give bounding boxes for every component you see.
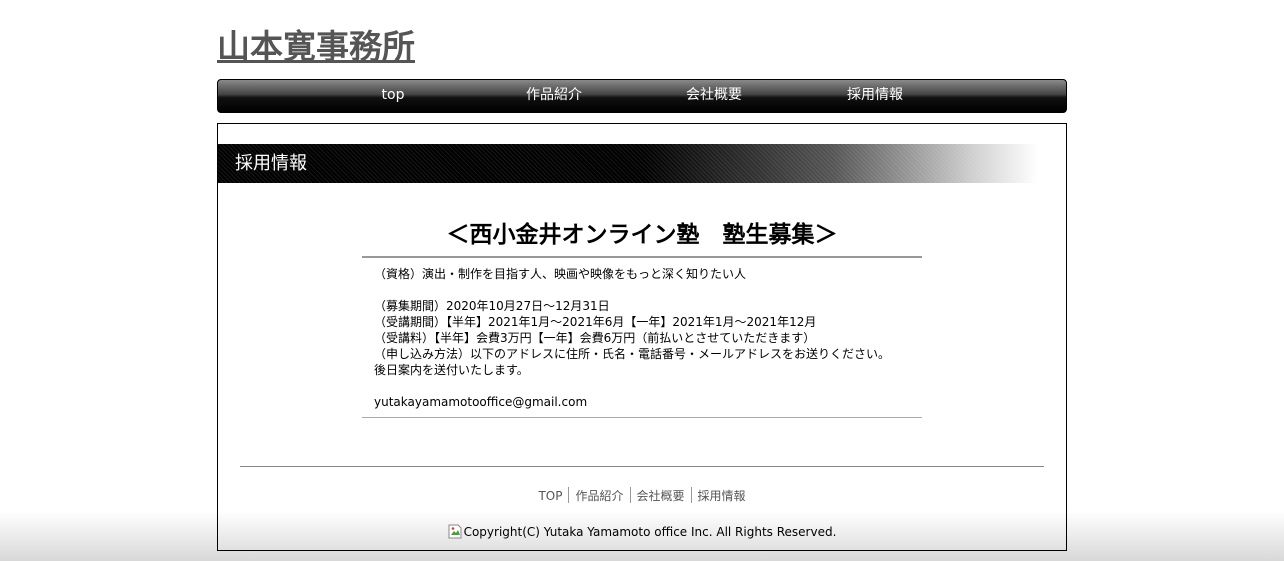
site-title-link[interactable]: 山本寛事務所 — [217, 20, 415, 68]
footer-link-top[interactable]: TOP — [532, 488, 568, 504]
copyright: Copyright(C) Yutaka Yamamoto office Inc.… — [218, 524, 1066, 539]
article-line-fee: （受講料）【半年】会費3万円【一年】会費6万円（前払いとさせていただきます） — [374, 331, 816, 345]
footer-link-works[interactable]: 作品紹介 — [569, 488, 629, 504]
article-line-qualification: （資格）演出・制作を目指す人、映画や映像をもっと深く知りたい人 — [374, 267, 747, 281]
footer-link-recruit[interactable]: 採用情報 — [692, 488, 752, 504]
nav-item-works[interactable]: 作品紹介 — [499, 80, 609, 112]
section-title: 採用情報 — [235, 153, 307, 174]
copyright-text: Copyright(C) Yutaka Yamamoto office Inc.… — [463, 525, 837, 539]
article-line-period: （募集期間）2020年10月27日～12月31日 — [374, 299, 610, 313]
contact-email[interactable]: yutakayamamotooffice@gmail.com — [374, 394, 922, 410]
article-body: （資格）演出・制作を目指す人、映画や映像をもっと深く知りたい人 （募集期間）20… — [362, 256, 922, 418]
footer-link-company[interactable]: 会社概要 — [631, 488, 691, 504]
nav-item-top[interactable]: top — [338, 80, 448, 112]
section-header: 採用情報 — [218, 144, 1038, 183]
article-line-course-period: （受講期間）【半年】2021年1月～2021年6月【一年】2021年1月～202… — [374, 315, 817, 329]
nav-item-company[interactable]: 会社概要 — [659, 80, 769, 112]
footer-divider — [240, 466, 1044, 467]
footer-nav: TOP 作品紹介 会社概要 採用情報 — [218, 487, 1066, 504]
article-spacer — [374, 378, 922, 394]
broken-image-icon — [448, 524, 462, 539]
article-spacer — [374, 282, 922, 298]
article-title: ＜西小金井オンライン塾 塾生募集＞ — [446, 222, 838, 248]
main-content: 採用情報 ＜西小金井オンライン塾 塾生募集＞ （資格）演出・制作を目指す人、映画… — [217, 123, 1067, 551]
nav-item-recruit[interactable]: 採用情報 — [820, 80, 930, 112]
global-nav: top 作品紹介 会社概要 採用情報 — [217, 79, 1067, 113]
article-line-followup: 後日案内を送付いたします。 — [374, 363, 529, 377]
article-line-application: （申し込み方法）以下のアドレスに住所・氏名・電話番号・メールアドレスをお送りくだ… — [374, 347, 891, 361]
